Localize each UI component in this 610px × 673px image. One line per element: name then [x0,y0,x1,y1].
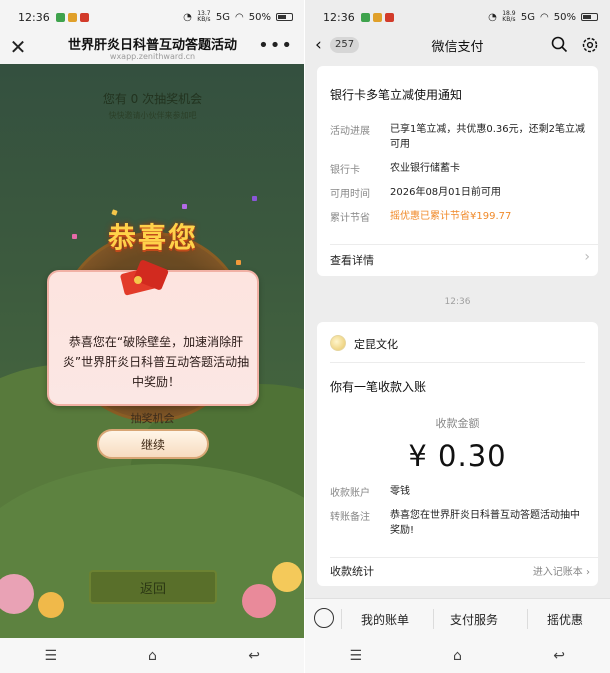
app-notification-icon [67,12,77,22]
flower-decoration [242,584,276,618]
receipt-row: 收款账户 零钱 [330,484,410,499]
chat-menu-bar: 我的账单 支付服务 摇优惠 [305,598,610,638]
red-envelope-icon [120,260,169,296]
gear-icon[interactable] [581,36,599,54]
row-value: 恭喜您在世界肝炎日科普互动答题活动抽中奖励! [390,510,580,536]
system-nav-bar: ☰ ⌂ ↩ [0,638,305,673]
notice-title: 银行卡多笔立减使用通知 [330,88,463,102]
amount-label: 收款金额 [435,417,480,430]
ledger-link-label: 进入记账本 [532,567,583,578]
notice-row: 银行卡 农业银行储蓄卡 [330,161,460,176]
confetti [72,234,77,239]
receipt-card[interactable]: 定昆文化 你有一笔收款入账 收款金额 ¥ 0.30 收款账户 零钱 转账备注 恭… [317,322,598,586]
row-label: 可用时间 [330,189,370,200]
ledger-link[interactable]: 进入记账本 › [533,563,590,578]
notice-row: 活动进展 已享1笔立减，共优惠0.36元，还剩2笔立减可用 [330,122,585,150]
status-bar: 12:36 ◔ 18.9 KB/s 5G ◠ 50% [305,0,610,34]
wifi-icon: ◠ [235,11,244,23]
return-button[interactable]: 返回 [89,570,217,604]
divider [330,362,585,363]
confetti [111,209,118,216]
row-value: 农业银行储蓄卡 [390,163,460,174]
row-label: 收款账户 [330,488,370,499]
menu-my-bills[interactable]: 我的账单 [361,611,409,628]
app-notification-icon [372,12,382,22]
menu-payment-services[interactable]: 支付服务 [450,611,498,628]
battery-percent: 50% [248,11,271,23]
left-phone-screen: 12:36 ◔ 13.7 KB/s 5G ◠ 50% ✕ 世界肝炎日科普互动答题… [0,0,305,673]
row-value: 零钱 [390,486,410,497]
wifi-icon: ◠ [540,11,549,23]
receipt-stats-label[interactable]: 收款统计 [330,563,374,579]
divider [433,609,434,629]
row-label: 活动进展 [330,126,370,137]
row-value: 2026年08月01日前可用 [390,187,501,198]
message-timestamp: 12:36 [444,297,471,307]
row-value: 已享1笔立减，共优惠0.36元，还剩2笔立减可用 [390,124,585,150]
notice-card[interactable]: 银行卡多笔立减使用通知 活动进展 已享1笔立减，共优惠0.36元，还剩2笔立减可… [317,66,598,276]
alarm-icon: ◔ [488,11,497,23]
network-type: 5G [520,11,536,23]
confetti [236,260,241,265]
right-phone-screen: 12:36 ◔ 18.9 KB/s 5G ◠ 50% ‹ 257 微信支付 银行… [305,0,610,673]
app-notification-icon [384,12,394,22]
lottery-chance-label: 抽奖机会 [130,412,175,425]
battery-icon [581,13,598,21]
menu-icon[interactable]: ☰ [346,646,366,666]
notice-row: 累计节省 摇优惠已累计节省¥199.77 [330,209,511,224]
row-label: 银行卡 [330,165,360,176]
status-time: 12:36 [18,10,50,24]
search-icon[interactable] [551,36,568,53]
back-icon[interactable]: ↩ [244,646,264,666]
row-value: 摇优惠已累计节省¥199.77 [390,211,512,222]
receipt-title: 你有一笔收款入账 [330,380,427,394]
back-icon[interactable]: ↩ [549,646,569,666]
net-speed: 13.7 KB/s [197,10,211,23]
chevron-right-icon: › [584,249,590,265]
app-notification-icon [360,12,370,22]
home-icon[interactable]: ⌂ [447,646,467,666]
divider [330,557,598,558]
app-notification-icon [79,12,89,22]
confetti [182,204,187,209]
notice-row: 可用时间 2026年08月01日前可用 [330,185,501,200]
status-time: 12:36 [323,10,355,24]
status-bar: 12:36 ◔ 13.7 KB/s 5G ◠ 50% [0,0,305,34]
amount-value: ¥ 0.30 [408,439,507,473]
chevron-right-icon: › [586,567,590,578]
congrats-banner: 恭喜您 [107,221,198,254]
row-label: 转账备注 [330,512,370,523]
battery-icon [276,13,293,21]
merchant-logo-icon [330,335,346,351]
net-speed: 18.9 KB/s [502,10,516,23]
menu-shake-discount[interactable]: 摇优惠 [547,611,583,628]
divider [341,609,342,629]
battery-percent: 50% [553,11,576,23]
flower-decoration [272,562,302,592]
invite-hint: 快快邀请小伙伴来参加吧 [108,111,197,120]
lottery-chances: 您有 0 次抽奖机会 [102,92,203,106]
divider [330,244,598,245]
more-icon[interactable]: ••• [258,35,293,56]
keyboard-icon[interactable] [314,608,334,628]
prize-message: 恭喜您在“破除壁垒，加速消除肝炎”世界肝炎日科普互动答题活动抽中奖励！ [62,335,250,389]
home-icon[interactable]: ⌂ [142,646,162,666]
flower-decoration [38,592,64,618]
chat-header: ‹ 257 微信支付 [305,34,610,58]
receipt-row: 转账备注 恭喜您在世界肝炎日科普互动答题活动抽中奖励! [330,508,580,536]
system-nav-bar: ☰ ⌂ ↩ [305,638,610,673]
network-type: 5G [215,11,231,23]
continue-button[interactable]: 继续 [97,429,209,459]
row-label: 累计节省 [330,213,370,224]
merchant-name: 定昆文化 [354,338,398,351]
miniprogram-header: ✕ 世界肝炎日科普互动答题活动 wxapp.zenithward.cn ••• [0,34,305,64]
app-notification-icon [55,12,65,22]
menu-icon[interactable]: ☰ [41,646,61,666]
alarm-icon: ◔ [183,11,192,23]
lottery-game-area: 您有 0 次抽奖机会 快快邀请小伙伴来参加吧 恭喜您 恭喜您在“破除壁垒，加速消… [0,64,305,638]
view-details-link[interactable]: 查看详情 [330,252,374,268]
divider [527,609,528,629]
confetti [252,196,257,201]
